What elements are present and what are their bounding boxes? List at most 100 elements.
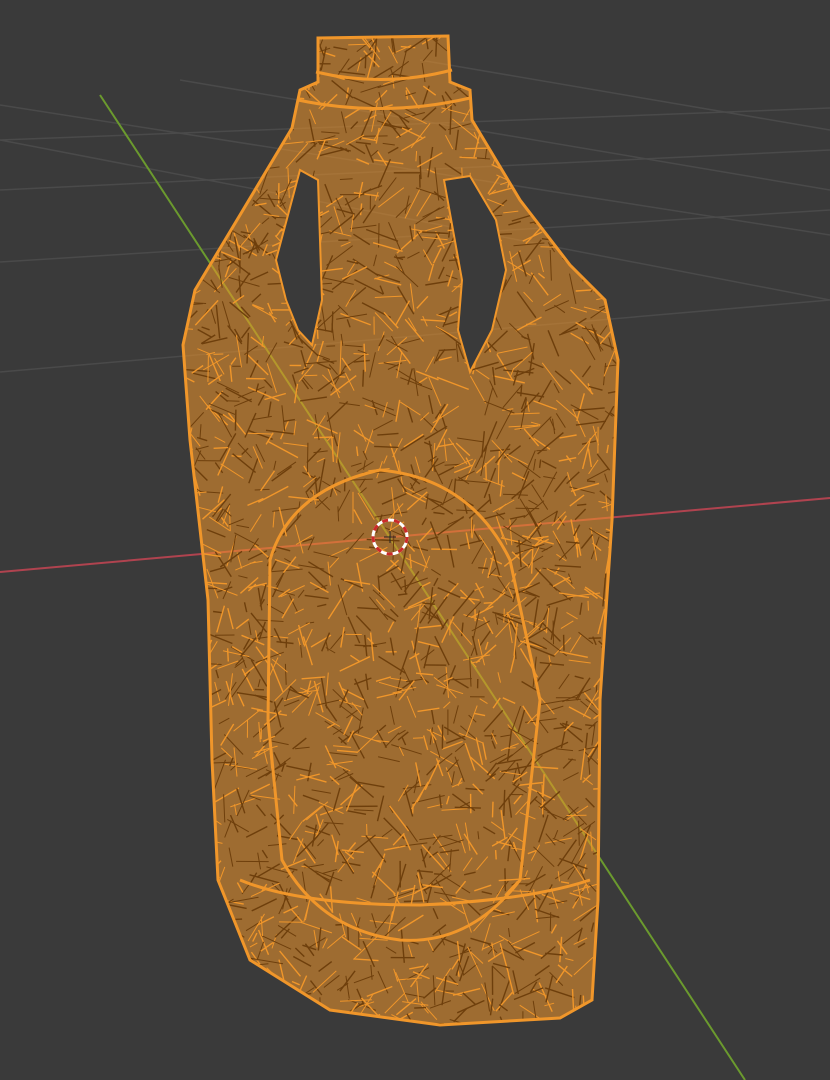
mesh-edge [516, 1027, 538, 1029]
mesh-edge [196, 763, 203, 784]
mesh-edge [605, 74, 618, 102]
mesh-edge [183, 924, 198, 940]
mesh-edge [476, 87, 488, 107]
mesh-edge [183, 142, 204, 145]
mesh-edge [554, 215, 563, 224]
mesh-edge [183, 692, 190, 709]
mesh-edge [603, 179, 618, 185]
mesh-edge [472, 50, 486, 65]
mesh-edge [183, 944, 202, 956]
mesh-edge [183, 862, 202, 885]
mesh-edge [597, 800, 618, 821]
bottle-mesh-wireframe[interactable] [153, 10, 645, 1052]
mesh-edge [183, 918, 208, 929]
mesh-edge [617, 856, 618, 876]
mesh-edge [247, 149, 261, 159]
mesh-edge [502, 142, 516, 154]
mesh-edge [201, 872, 206, 886]
mesh-edge [586, 480, 596, 483]
mesh-edge [613, 495, 618, 501]
mesh-edge [267, 976, 276, 996]
mesh-edge [556, 93, 562, 104]
mesh-edge [243, 104, 255, 119]
mesh-edge [204, 202, 207, 217]
mesh-edge [192, 873, 210, 889]
mesh-edge [612, 745, 618, 754]
mesh-edge [198, 892, 203, 907]
mesh-edge [286, 65, 305, 80]
mesh-edge [603, 894, 608, 908]
mesh-edge [549, 56, 562, 74]
mesh-edge [183, 71, 205, 78]
mesh-edge [183, 669, 205, 688]
mesh-edge [599, 975, 607, 993]
mesh-edge [541, 784, 544, 815]
mesh-edge [273, 56, 300, 59]
mesh-edge [597, 259, 618, 279]
mesh-edge [193, 187, 203, 198]
mesh-edge [312, 1027, 324, 1050]
mesh-edge [240, 146, 259, 153]
mesh-edge [183, 50, 185, 68]
mesh-edge [183, 499, 190, 524]
mesh-edge [491, 801, 494, 818]
mesh-edge [608, 625, 615, 633]
mesh-edge [558, 211, 579, 221]
mesh-edge [211, 957, 218, 986]
mesh-edge [262, 1018, 284, 1025]
mesh-edge [583, 38, 608, 56]
mesh-edge [183, 65, 209, 73]
mesh-edge [559, 222, 576, 239]
mesh-edge [592, 57, 605, 73]
mesh-edge [183, 978, 195, 991]
mesh-edge [238, 1030, 251, 1048]
mesh-edge [555, 234, 574, 239]
mesh-edge [217, 118, 236, 128]
mesh-edge [600, 806, 613, 818]
mesh-edge [229, 969, 252, 975]
mesh-edge [599, 874, 602, 894]
mesh-edge [521, 155, 548, 160]
mesh-edge [577, 503, 587, 506]
mesh-edge [509, 172, 537, 187]
3d-viewport[interactable] [0, 0, 830, 1080]
mesh-edge [233, 987, 263, 1000]
mesh-edge [561, 158, 582, 170]
mesh-edge [227, 961, 238, 975]
mesh-edge [461, 36, 470, 49]
mesh-edge [187, 779, 202, 803]
mesh-edge [183, 452, 185, 458]
mesh-edge [611, 77, 618, 87]
mesh-edge [604, 102, 617, 107]
mesh-edge [212, 886, 218, 897]
mesh-edge [183, 595, 189, 626]
mesh-edge [619, 67, 623, 77]
mesh-edge [188, 873, 194, 887]
mesh-edge [600, 241, 618, 249]
mesh-edge [620, 490, 628, 509]
mesh-edge [183, 990, 189, 1009]
mesh-edge [567, 36, 589, 37]
mesh-edge [611, 320, 617, 328]
mesh-edge [620, 934, 629, 952]
mesh-edge [596, 1015, 616, 1025]
mesh-edge [524, 91, 532, 107]
mesh-edge [269, 1012, 277, 1024]
mesh-edge [183, 536, 186, 544]
mesh-edge [203, 976, 218, 985]
mesh-edge [202, 752, 207, 770]
mesh-edge [602, 59, 612, 70]
mesh-edge [558, 123, 568, 128]
mesh-edge [277, 118, 287, 122]
mesh-edge [468, 36, 473, 38]
mesh-edge [285, 101, 296, 110]
mesh-edge [204, 952, 220, 972]
mesh-edge [624, 284, 629, 293]
mesh-edge [604, 240, 615, 251]
mesh-edge [511, 144, 520, 159]
mesh-edge [547, 51, 558, 72]
mesh-edge [188, 258, 193, 267]
mesh-edge [591, 120, 599, 136]
mesh-edge [548, 1024, 557, 1025]
mesh-edge [187, 229, 211, 245]
